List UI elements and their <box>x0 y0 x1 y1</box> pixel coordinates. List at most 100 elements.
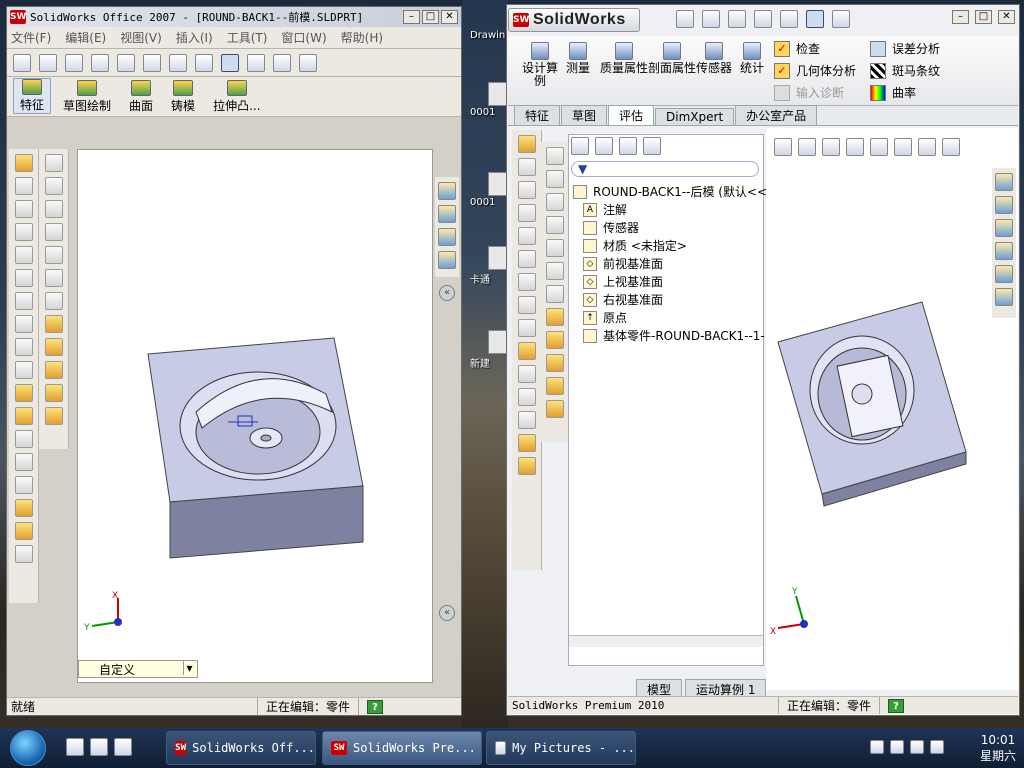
pattern-icon[interactable] <box>14 430 33 448</box>
plane-icon[interactable] <box>14 384 33 402</box>
smart-dimension-icon[interactable] <box>44 338 63 356</box>
cube-icon[interactable] <box>44 200 63 218</box>
reference-icon[interactable] <box>14 522 33 540</box>
cube-icon[interactable] <box>44 246 63 264</box>
graphics-area[interactable]: Y X <box>766 128 1018 690</box>
dimxpert-manager-icon[interactable] <box>643 137 661 155</box>
collapse-pane-icon[interactable]: « <box>439 285 455 301</box>
mirror-icon[interactable] <box>517 388 536 406</box>
cube-icon[interactable] <box>545 216 564 234</box>
solidworks-menu-button[interactable]: SW SolidWorks <box>508 8 640 32</box>
loft-icon[interactable] <box>14 223 33 241</box>
volume-icon[interactable] <box>930 740 944 754</box>
rib-icon[interactable] <box>14 292 33 310</box>
rebuild-icon[interactable] <box>728 10 746 28</box>
menu-tools[interactable]: 工具(T) <box>227 29 268 46</box>
mass-properties-button[interactable]: 质量属性 <box>600 42 648 75</box>
feature-manager-icon[interactable] <box>571 137 589 155</box>
plane-icon[interactable] <box>517 342 536 360</box>
extrude-icon[interactable] <box>517 135 536 153</box>
library-icon[interactable] <box>995 196 1013 214</box>
cube-icon[interactable] <box>545 170 564 188</box>
graphics-area[interactable]: X Y 自定义 ▾ <box>77 149 433 683</box>
relations-icon[interactable] <box>545 354 564 372</box>
sensor-button[interactable]: 传感器 <box>696 42 732 75</box>
taskbar-item-pictures[interactable]: My Pictures - ... <box>486 731 636 765</box>
start-button[interactable] <box>10 730 46 766</box>
mold-tab-button[interactable]: 铸模 <box>165 80 201 114</box>
loft-icon[interactable] <box>517 204 536 222</box>
menu-file[interactable]: 文件(F) <box>11 29 51 46</box>
undo-icon[interactable] <box>169 53 187 72</box>
geometry-analysis-button[interactable]: ✓ 几何体分析 <box>774 62 856 79</box>
chamfer-icon[interactable] <box>14 269 33 287</box>
axis-icon[interactable] <box>14 407 33 425</box>
desktop-icon[interactable]: Drawin <box>470 30 510 41</box>
tree-item-annotations[interactable]: A 注解 <box>583 201 627 218</box>
help-icon[interactable]: ? <box>888 698 905 713</box>
desktop-icon[interactable]: 新建 <box>470 330 512 370</box>
cube-icon[interactable] <box>44 177 63 195</box>
wrap-icon[interactable] <box>14 476 33 494</box>
menu-edit[interactable]: 编辑(E) <box>65 29 106 46</box>
section-properties-button[interactable]: 剖面属性 <box>648 42 696 75</box>
appearances-icon[interactable] <box>995 265 1013 283</box>
tree-item-front-plane[interactable]: ◇ 前视基准面 <box>583 255 663 272</box>
cube-icon[interactable] <box>545 262 564 280</box>
wrap-icon[interactable] <box>517 411 536 429</box>
display-style-icon[interactable] <box>870 138 888 156</box>
measure-button[interactable]: 测量 <box>566 42 590 75</box>
redo-icon[interactable] <box>195 53 213 72</box>
taskbar-item-sw2010[interactable]: SW SolidWorks Pre... <box>322 731 482 765</box>
configuration-manager-icon[interactable] <box>619 137 637 155</box>
draft-icon[interactable] <box>517 319 536 337</box>
menu-insert[interactable]: 插入(I) <box>176 29 213 46</box>
hide-show-icon[interactable] <box>894 138 912 156</box>
layer-icon[interactable] <box>44 407 63 425</box>
tree-item-top-plane[interactable]: ◇ 上视基准面 <box>583 273 663 290</box>
statistics-button[interactable]: 统计 <box>740 42 764 75</box>
desktop-icon[interactable]: 0001 <box>470 172 512 208</box>
new-icon[interactable] <box>676 10 694 28</box>
new-icon[interactable] <box>13 53 31 72</box>
import-diagnostics-button[interactable]: 输入诊断 <box>774 84 844 101</box>
curvature-button[interactable]: 曲率 <box>870 84 916 101</box>
network-icon[interactable] <box>890 740 904 754</box>
select-icon[interactable] <box>806 10 824 28</box>
layer-icon[interactable] <box>545 400 564 418</box>
view-orientation-icon[interactable] <box>846 138 864 156</box>
mirror-icon[interactable] <box>14 453 33 471</box>
check-button[interactable]: ✓ 检查 <box>774 40 820 57</box>
ie-icon[interactable] <box>66 738 84 756</box>
zebra-stripes-button[interactable]: 斑马条纹 <box>870 62 940 79</box>
open-icon[interactable] <box>702 10 720 28</box>
clock[interactable]: 10:01 星期六 <box>980 732 1016 764</box>
select-filter-icon[interactable] <box>247 53 265 72</box>
cube-icon[interactable] <box>545 285 564 303</box>
property-manager-icon[interactable] <box>595 137 613 155</box>
shell-icon[interactable] <box>517 296 536 314</box>
surfaces-tab-button[interactable]: 曲面 <box>123 80 159 114</box>
tree-item-right-plane[interactable]: ◇ 右视基准面 <box>583 291 663 308</box>
revolve-icon[interactable] <box>517 158 536 176</box>
view-palette-icon[interactable] <box>995 242 1013 260</box>
rib-icon[interactable] <box>517 273 536 291</box>
print-icon[interactable] <box>754 10 772 28</box>
folder-icon[interactable] <box>995 219 1013 237</box>
relations-icon[interactable] <box>44 361 63 379</box>
zoom-fit-icon[interactable] <box>774 138 792 156</box>
grid-icon[interactable] <box>14 545 33 563</box>
tab-features[interactable]: 特征 <box>514 105 561 125</box>
revolve-icon[interactable] <box>14 177 33 195</box>
open-icon[interactable] <box>39 53 57 72</box>
close-button[interactable]: ✕ <box>441 10 458 24</box>
cube-icon[interactable] <box>44 269 63 287</box>
home-icon[interactable] <box>995 173 1013 191</box>
select-icon[interactable] <box>221 53 239 72</box>
tab-dimxpert[interactable]: DimXpert <box>655 108 735 125</box>
taskbar-item-sw2007[interactable]: SW SolidWorks Off... <box>166 731 316 765</box>
tree-item-sensors[interactable]: 传感器 <box>583 219 639 236</box>
tree-item-origin[interactable]: ↑ 原点 <box>583 309 627 326</box>
minimize-button[interactable]: – <box>952 10 969 24</box>
explorer-icon[interactable] <box>114 738 132 756</box>
